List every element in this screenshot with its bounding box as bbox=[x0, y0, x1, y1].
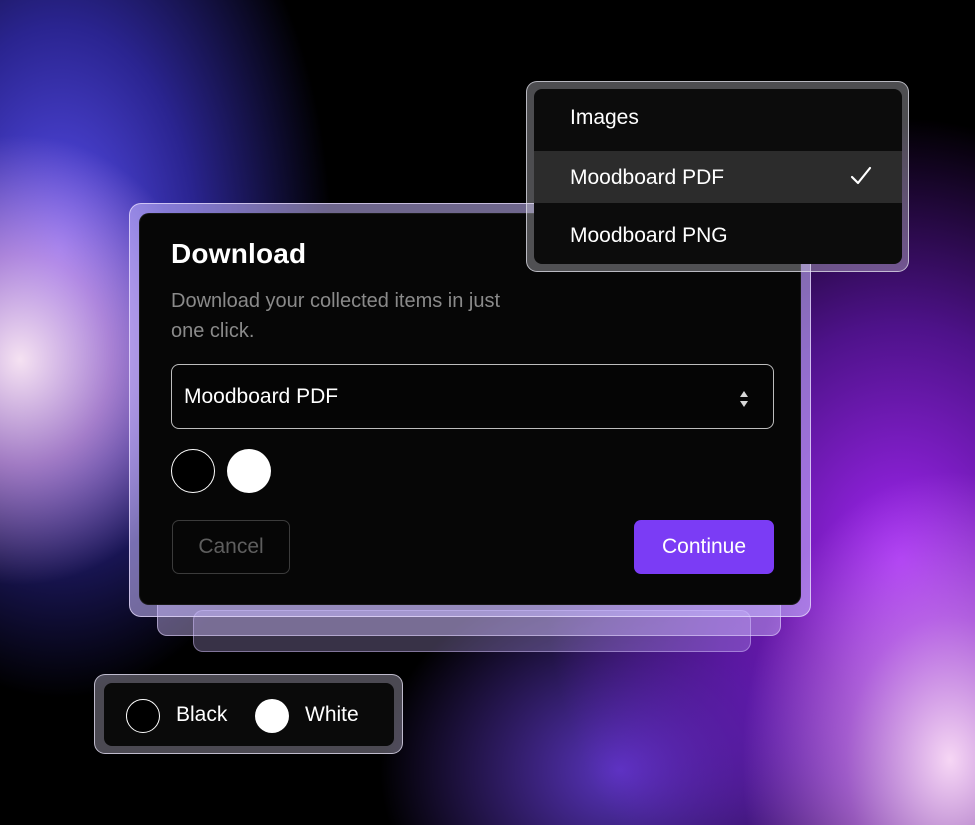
format-select-value: Moodboard PDF bbox=[184, 385, 339, 408]
legend-swatch-white bbox=[255, 699, 289, 733]
color-legend: Black White bbox=[104, 683, 394, 746]
format-dropdown-menu: Images Moodboard PDF Moodboard PNG bbox=[534, 89, 902, 264]
dialog-title: Download bbox=[171, 238, 307, 269]
menu-item-moodboard-png[interactable]: Moodboard PNG bbox=[534, 209, 902, 261]
check-icon bbox=[850, 166, 872, 185]
legend-swatch-black bbox=[126, 699, 160, 733]
legend-label-black: Black bbox=[176, 703, 228, 726]
dialog-description: Download your collected items in just on… bbox=[171, 290, 501, 342]
chevron-up-down-icon bbox=[740, 391, 748, 407]
continue-button[interactable]: Continue bbox=[634, 520, 774, 574]
cancel-button[interactable]: Cancel bbox=[172, 520, 290, 574]
menu-item-moodboard-pdf[interactable]: Moodboard PDF bbox=[534, 151, 902, 203]
menu-item-label: Moodboard PDF bbox=[570, 166, 725, 189]
menu-item-label: Moodboard PNG bbox=[570, 224, 728, 247]
menu-item-images[interactable]: Images bbox=[534, 91, 902, 143]
format-select[interactable]: Moodboard PDF bbox=[171, 364, 774, 429]
color-swatch-black[interactable] bbox=[171, 449, 215, 493]
legend-label-white: White bbox=[305, 703, 359, 726]
color-swatch-white[interactable] bbox=[227, 449, 271, 493]
menu-item-label: Images bbox=[570, 106, 639, 129]
